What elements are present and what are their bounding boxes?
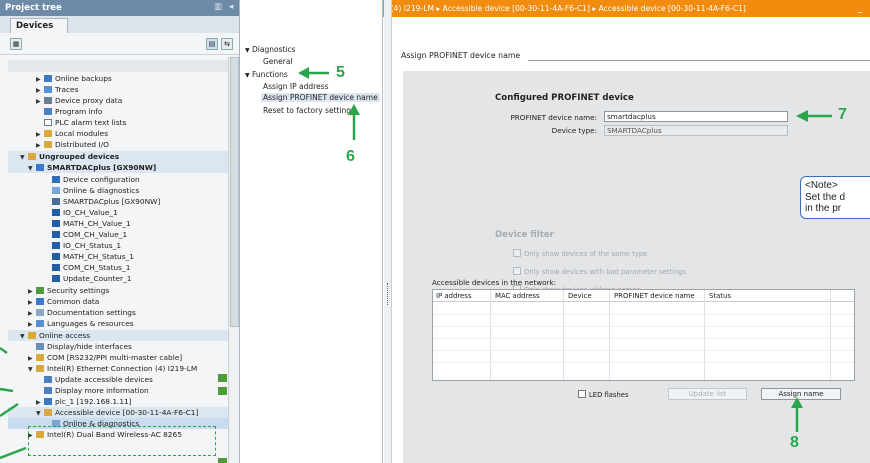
callout-number-6: 6: [346, 148, 355, 165]
arrow-6-head: [348, 104, 360, 115]
left-arrow-stub: [0, 402, 19, 418]
arrow-8-head: [791, 397, 803, 408]
callout-arrows: [0, 67, 832, 460]
left-arrow-stub: [0, 446, 27, 460]
arrow-7-head: [796, 110, 808, 122]
callout-number-8: 8: [790, 434, 799, 451]
callout-number-5: 5: [336, 64, 345, 81]
left-arrow-stub: [0, 346, 8, 355]
left-arrow-stub: [0, 387, 14, 393]
callout-number-7: 7: [838, 106, 847, 123]
arrow-5-head: [298, 67, 309, 79]
